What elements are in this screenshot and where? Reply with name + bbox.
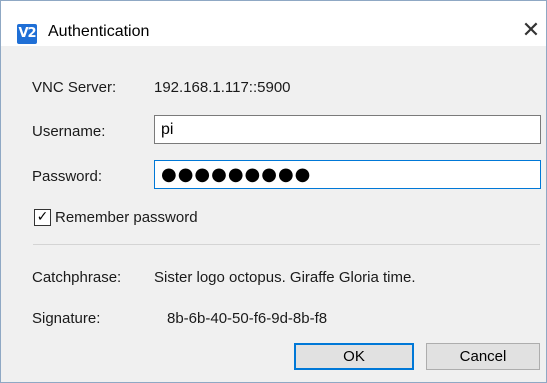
cancel-button[interactable]: Cancel	[426, 343, 540, 370]
password-label: Password:	[32, 168, 103, 185]
username-field[interactable]: pi	[154, 115, 541, 144]
authentication-dialog: V2 Authentication ✕ VNC Server: 192.168.…	[0, 0, 547, 383]
divider	[33, 244, 540, 245]
username-label: Username:	[32, 123, 106, 140]
password-mask: ●●●●●●●●●	[161, 164, 312, 185]
password-field[interactable]: ●●●●●●●●●	[154, 160, 541, 189]
signature-label: Signature:	[32, 310, 101, 327]
ok-button[interactable]: OK	[294, 343, 414, 370]
vnc-server-label: VNC Server:	[32, 79, 117, 96]
window-title: Authentication	[48, 23, 150, 40]
close-icon[interactable]: ✕	[518, 18, 544, 44]
vnc-viewer-icon: V2	[17, 24, 37, 44]
catchphrase-value: Sister logo octopus. Giraffe Gloria time…	[154, 269, 416, 286]
catchphrase-label: Catchphrase:	[32, 269, 122, 286]
remember-password-label[interactable]: Remember password	[55, 209, 198, 226]
vnc-server-value: 192.168.1.117::5900	[154, 79, 291, 96]
signature-value: 8b-6b-40-50-f6-9d-8b-f8	[167, 310, 328, 327]
title-bar[interactable]: V2 Authentication ✕	[1, 1, 546, 46]
remember-password-checkbox[interactable]: ✓	[34, 209, 51, 226]
